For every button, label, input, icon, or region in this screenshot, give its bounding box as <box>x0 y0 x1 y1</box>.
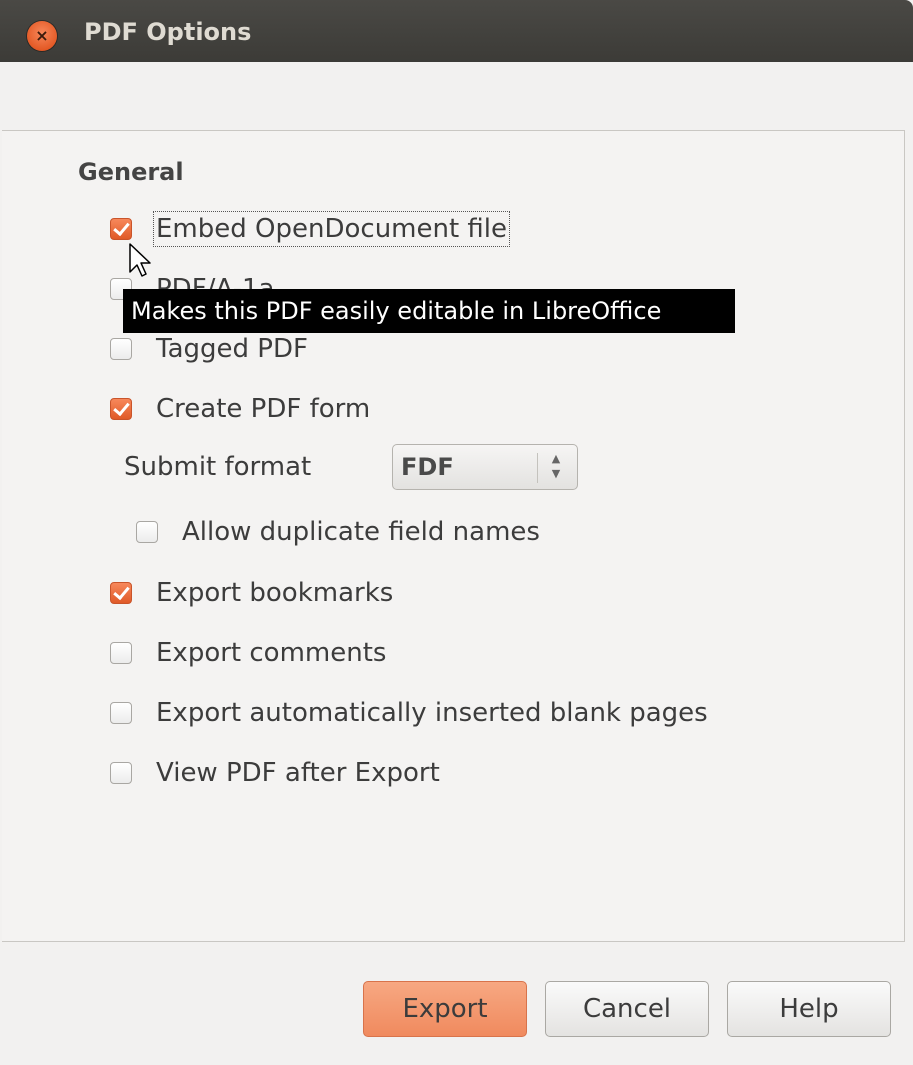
spin-separator <box>537 453 538 483</box>
export-button[interactable]: Export <box>363 981 527 1037</box>
tooltip: Makes this PDF easily editable in LibreO… <box>123 289 735 333</box>
option-allow-duplicate[interactable]: Allow duplicate field names <box>136 517 540 547</box>
submit-format-row: Submit format <box>124 452 311 482</box>
option-export-blank-pages[interactable]: Export automatically inserted blank page… <box>110 698 708 728</box>
checkbox-create-pdf-form[interactable] <box>110 398 132 420</box>
label-export-blank-pages: Export automatically inserted blank page… <box>156 698 708 728</box>
label-tagged-pdf: Tagged PDF <box>156 334 308 364</box>
section-title-general: General <box>78 158 184 186</box>
submit-format-label: Submit format <box>124 452 312 482</box>
help-button[interactable]: Help <box>727 981 891 1037</box>
option-create-pdf-form[interactable]: Create PDF form <box>110 394 370 424</box>
label-create-pdf-form: Create PDF form <box>156 394 371 424</box>
window-title: PDF Options <box>84 18 252 46</box>
checkbox-tagged-pdf[interactable] <box>110 338 132 360</box>
title-bar: × PDF Options <box>0 0 913 62</box>
submit-format-select[interactable]: FDF ▲ ▼ <box>392 444 578 490</box>
option-export-bookmarks[interactable]: Export bookmarks <box>110 578 393 608</box>
label-allow-duplicate: Allow duplicate field names <box>182 517 540 547</box>
option-tagged-pdf[interactable]: Tagged PDF <box>110 334 308 364</box>
checkbox-embed-opendocument[interactable] <box>110 218 132 240</box>
option-view-pdf[interactable]: View PDF after Export <box>110 758 440 788</box>
label-export-comments: Export comments <box>156 638 387 668</box>
checkbox-allow-duplicate[interactable] <box>136 521 158 543</box>
label-view-pdf: View PDF after Export <box>156 758 440 788</box>
label-export-bookmarks: Export bookmarks <box>156 578 394 608</box>
checkbox-export-bookmarks[interactable] <box>110 582 132 604</box>
cancel-button[interactable]: Cancel <box>545 981 709 1037</box>
checkbox-export-blank-pages[interactable] <box>110 702 132 724</box>
submit-format-value: FDF <box>401 453 454 481</box>
option-export-comments[interactable]: Export comments <box>110 638 386 668</box>
option-embed-opendocument[interactable]: Embed OpenDocument file <box>110 211 511 247</box>
checkbox-view-pdf[interactable] <box>110 762 132 784</box>
mouse-pointer-icon <box>129 243 151 277</box>
up-down-arrows-icon[interactable]: ▲ ▼ <box>545 451 567 481</box>
checkbox-export-comments[interactable] <box>110 642 132 664</box>
close-icon[interactable]: × <box>27 21 57 51</box>
label-embed-opendocument: Embed OpenDocument file <box>152 211 511 247</box>
